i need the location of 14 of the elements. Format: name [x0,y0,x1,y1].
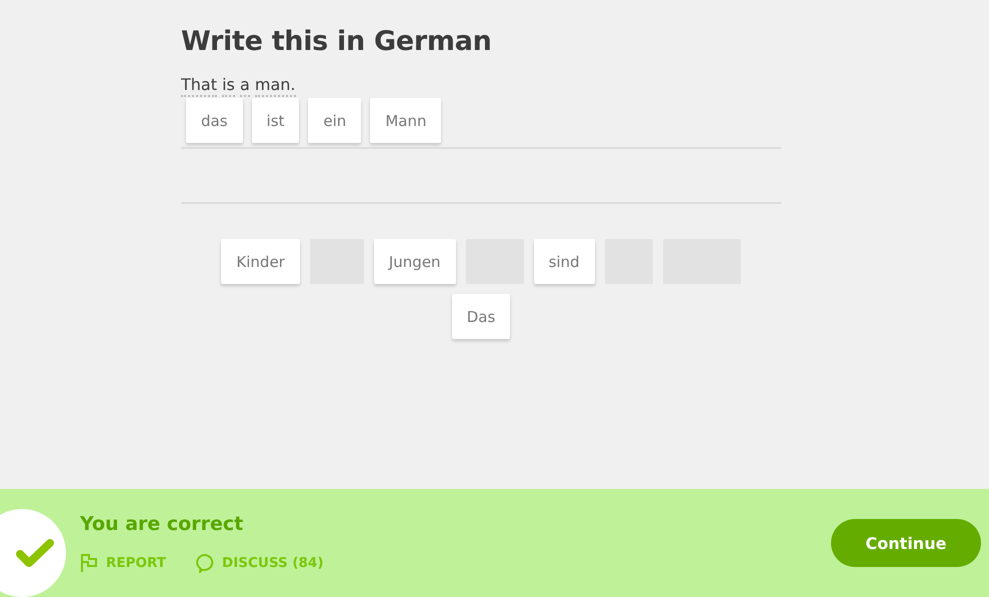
word-tile[interactable]: Kinder [221,239,300,284]
word-tile[interactable]: Das [452,294,510,339]
word-tile[interactable]: sind [534,239,595,284]
word-tile[interactable]: Jungen [374,239,456,284]
word-tile[interactable]: ein [308,98,362,143]
continue-button[interactable]: Continue [831,519,981,567]
exercise-title: Write this in German [181,26,493,57]
word-tile[interactable]: das [186,98,243,143]
speech-bubble-icon [194,553,214,573]
result-message: You are correct [80,513,244,535]
checkmark-icon [15,537,55,569]
word-tile[interactable]: Mann [370,98,442,143]
flag-icon [80,553,98,573]
word-tile[interactable]: ist [252,98,300,143]
